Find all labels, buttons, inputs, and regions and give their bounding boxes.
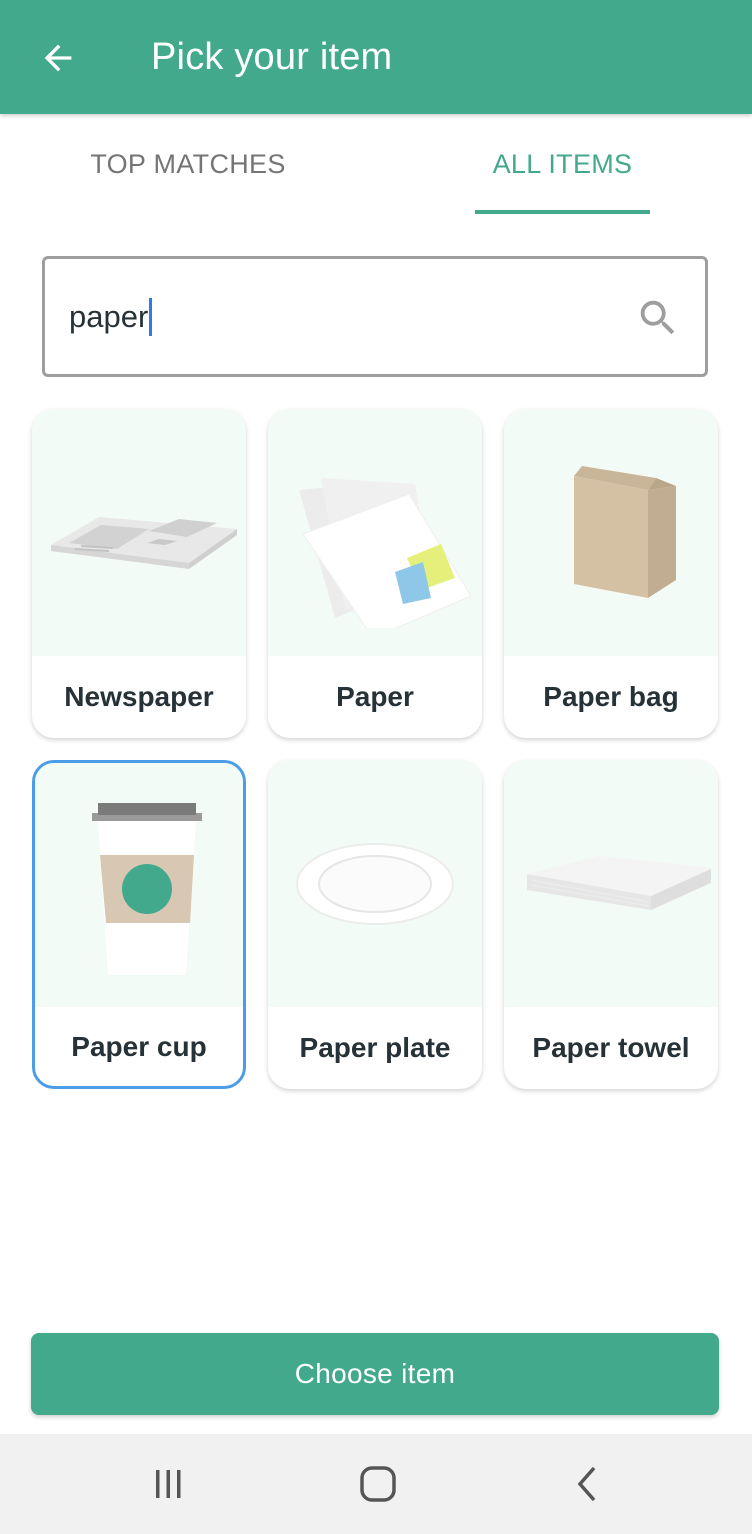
- item-label: Newspaper: [64, 681, 214, 712]
- item-card-paper-towel[interactable]: Paper towel: [504, 760, 718, 1089]
- item-card-paper[interactable]: Paper: [268, 409, 482, 738]
- tab-bar: TOP MATCHES ALL ITEMS: [0, 114, 752, 214]
- paper-cup-icon: [92, 803, 202, 975]
- text-caret: [149, 298, 153, 336]
- system-back-button[interactable]: [548, 1454, 628, 1514]
- search-input[interactable]: paper: [69, 289, 609, 345]
- paper-bag-icon: [574, 465, 676, 598]
- page-title: Pick your item: [151, 36, 393, 78]
- item-image: [268, 760, 482, 1007]
- recents-icon: [156, 1470, 181, 1498]
- item-image: [32, 409, 246, 656]
- item-label: Paper bag: [543, 681, 679, 712]
- arrow-left-icon: [44, 44, 72, 72]
- item-label: Paper towel: [532, 1032, 690, 1063]
- search-icon[interactable]: [635, 295, 681, 341]
- search-field[interactable]: paper: [42, 256, 708, 377]
- choose-item-button[interactable]: Choose item: [31, 1333, 719, 1415]
- item-image: [504, 760, 718, 1007]
- paper-sheets-icon: [299, 477, 472, 628]
- item-image: [268, 409, 482, 656]
- item-card-paper-plate[interactable]: Paper plate: [268, 760, 482, 1089]
- home-button[interactable]: [338, 1454, 418, 1514]
- item-image: [35, 763, 243, 1007]
- item-image: [504, 409, 718, 656]
- item-card-paper-cup[interactable]: Paper cup: [32, 760, 246, 1089]
- search-input-value: paper: [69, 299, 149, 334]
- item-label: Paper plate: [299, 1032, 451, 1063]
- item-card-newspaper[interactable]: Newspaper: [32, 409, 246, 738]
- recents-button[interactable]: [128, 1454, 208, 1514]
- paper-plate-icon: [296, 842, 454, 925]
- item-label: Paper cup: [71, 1030, 207, 1062]
- item-card-paper-bag[interactable]: Paper bag: [504, 409, 718, 738]
- system-nav-bar: [0, 1434, 752, 1534]
- item-label: Paper: [336, 681, 414, 712]
- back-button[interactable]: [22, 22, 94, 94]
- paper-towel-icon: [527, 855, 711, 910]
- active-tab-indicator: [475, 210, 650, 214]
- app-bar: Pick your item: [0, 0, 752, 114]
- back-chevron-icon: [577, 1466, 596, 1502]
- tab-all-items[interactable]: ALL ITEMS: [475, 114, 650, 214]
- tab-top-matches[interactable]: TOP MATCHES: [40, 114, 336, 214]
- newspaper-icon: [51, 516, 237, 569]
- home-icon: [360, 1466, 396, 1502]
